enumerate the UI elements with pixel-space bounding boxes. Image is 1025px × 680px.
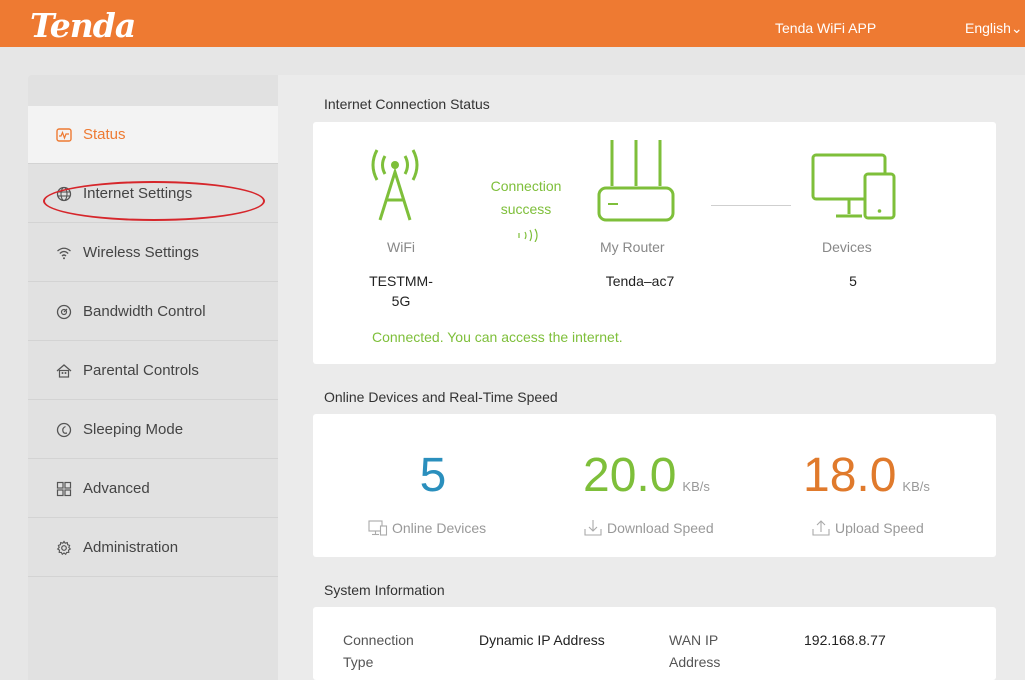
wan-ip-value: 192.168.8.77 — [804, 632, 886, 648]
connection-status-message: Connected. You can access the internet. — [372, 329, 623, 345]
connection-success-text: Connection success — [483, 175, 569, 221]
wifi-name: TESTMM- 5G — [351, 273, 451, 309]
gear-icon — [55, 539, 73, 557]
download-speed-caption: Download Speed — [583, 519, 714, 537]
tenda-wifi-app-link[interactable]: Tenda WiFi APP — [775, 20, 876, 36]
language-label: English — [965, 20, 1011, 36]
download-speed-metric: 20.0 KB/s — [583, 452, 743, 500]
connection-section-title: Internet Connection Status — [324, 96, 490, 112]
monitor-icon — [368, 520, 388, 536]
speed-card: 5 Online Devices 20.0 KB/s Download Speed… — [313, 414, 996, 557]
upload-speed-label: Upload Speed — [835, 520, 924, 536]
top-bar: Tenda Tenda WiFi APP English⌄ — [0, 0, 1025, 47]
online-devices-label: Online Devices — [392, 520, 487, 536]
wifi-label: WiFi — [387, 239, 415, 255]
download-speed-value: 20.0 — [583, 449, 677, 502]
chevron-down-icon: ⌄ — [1010, 20, 1023, 36]
upload-icon — [812, 520, 830, 536]
sidebar-item-administration[interactable]: Administration — [28, 519, 278, 577]
speed-section-title: Online Devices and Real-Time Speed — [324, 389, 558, 405]
wifi-icon — [55, 244, 73, 262]
sidebar-item-status[interactable]: Status — [28, 106, 278, 164]
house-icon — [55, 362, 73, 380]
connection-type-label: Connection Type — [343, 629, 414, 673]
upload-speed-value: 18.0 — [803, 449, 897, 502]
upload-speed-unit: KB/s — [902, 479, 930, 494]
sidebar-item-wireless-settings[interactable]: Wireless Settings — [28, 224, 278, 282]
signal-waves-icon — [518, 228, 538, 242]
sidebar-item-parental-controls[interactable]: Parental Controls — [28, 342, 278, 400]
upload-speed-metric: 18.0 KB/s — [803, 452, 963, 500]
tenda-logo[interactable]: Tenda — [30, 6, 136, 45]
wan-ip-label: WAN IP Address — [669, 629, 720, 673]
download-speed-label: Download Speed — [607, 520, 714, 536]
wifi-name-line1: TESTMM- — [369, 273, 433, 289]
router-name: Tenda–ac7 — [605, 273, 675, 289]
router-label: My Router — [600, 239, 665, 255]
connection-type-label-line2: Type — [343, 654, 374, 670]
wan-ip-label-line1: WAN IP — [669, 632, 719, 648]
sidebar-item-label: Sleeping Mode — [83, 421, 184, 438]
language-selector[interactable]: English⌄ — [965, 20, 1023, 37]
wan-ip-label-line2: Address — [669, 654, 721, 670]
grid-icon — [55, 480, 73, 498]
connection-type-label-line1: Connection — [343, 632, 414, 648]
online-devices-metric: 5 — [393, 452, 473, 500]
sidebar-item-label: Bandwidth Control — [83, 303, 206, 320]
download-icon — [584, 520, 602, 536]
wifi-name-line2: 5G — [391, 293, 411, 309]
moon-icon — [55, 421, 73, 439]
sidebar-item-advanced[interactable]: Advanced — [28, 460, 278, 518]
connection-text-line1: Connection — [490, 178, 562, 194]
highlight-annotation — [43, 181, 265, 221]
sidebar-item-bandwidth-control[interactable]: Bandwidth Control — [28, 283, 278, 341]
download-speed-unit: KB/s — [682, 479, 710, 494]
gauge-icon — [55, 303, 73, 321]
connection-text-line2: success — [500, 201, 552, 217]
sidebar-item-label: Administration — [83, 539, 179, 556]
system-info-card: Connection Type Dynamic IP Address WAN I… — [313, 607, 996, 680]
status-icon — [55, 126, 73, 144]
online-devices-value: 5 — [419, 449, 447, 502]
sidebar-item-label: Status — [83, 126, 126, 143]
antenna-icon — [371, 149, 419, 221]
sidebar-item-sleeping-mode[interactable]: Sleeping Mode — [28, 401, 278, 459]
upload-speed-caption: Upload Speed — [811, 519, 924, 537]
system-section-title: System Information — [324, 582, 445, 598]
devices-count: 5 — [849, 273, 857, 289]
connector-line — [711, 205, 791, 206]
online-devices-caption: Online Devices — [368, 519, 486, 537]
devices-icon — [811, 153, 896, 220]
sidebar-item-label: Parental Controls — [83, 362, 199, 379]
router-icon — [597, 140, 675, 222]
sidebar: Status Internet Settings Wireless Settin… — [28, 75, 278, 680]
connection-type-value: Dynamic IP Address — [479, 632, 605, 648]
connection-status-card: WiFi TESTMM- 5G Connection success My Ro… — [313, 122, 996, 364]
sidebar-item-label: Wireless Settings — [83, 244, 199, 261]
devices-label: Devices — [822, 239, 872, 255]
sidebar-item-label: Advanced — [83, 480, 150, 497]
